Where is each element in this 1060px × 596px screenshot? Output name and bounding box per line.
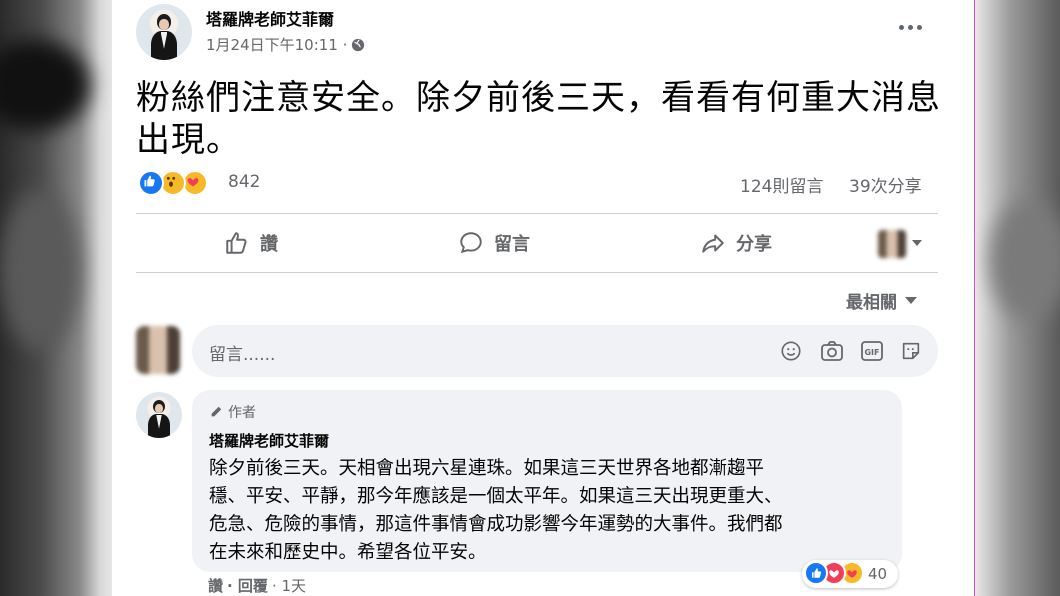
author-avatar[interactable] — [136, 4, 192, 60]
author-badge: 作者 — [209, 402, 256, 422]
caret-down-icon — [912, 240, 922, 246]
comment-input[interactable]: 留言...... GIF — [192, 325, 938, 377]
caret-down-icon — [905, 296, 917, 304]
comment-icon — [460, 232, 482, 254]
gif-icon[interactable]: GIF — [860, 340, 884, 362]
comment-input-placeholder: 留言...... — [209, 345, 276, 365]
post-as-selector[interactable] — [878, 230, 926, 258]
post-text-line1: 粉絲們注意安全。除夕前後三天，看看有何重大消息 — [136, 78, 941, 118]
sticker-icon[interactable] — [900, 340, 922, 362]
sort-dropdown[interactable]: 最相關 — [846, 288, 917, 313]
comment-text-line: 除夕前後三天。天相會出現六星連珠。如果這三天世界各地都漸趨平 — [209, 458, 765, 479]
post-timestamp-text: 1月24日下午10:11 · — [206, 36, 348, 54]
like-button[interactable]: 讚 — [224, 230, 278, 256]
pencil-icon — [211, 406, 222, 417]
comment-reaction-count: 40 — [868, 565, 888, 583]
comment-author-avatar[interactable] — [136, 392, 182, 438]
share-icon — [702, 234, 724, 253]
like-reaction-icon — [804, 561, 828, 585]
comment-author-name[interactable]: 塔羅牌老師艾菲爾 — [209, 430, 329, 451]
background-blur — [990, 200, 1060, 320]
divider — [136, 272, 938, 273]
share-button[interactable]: 分享 — [700, 230, 772, 256]
comment-actions: 讚 · 回覆 · 1天 — [208, 575, 306, 596]
shares-count[interactable]: 39次分享 — [849, 172, 922, 197]
like-reaction-icon[interactable] — [138, 170, 164, 196]
background-blur — [0, 40, 90, 130]
comment-age[interactable]: · 1天 — [272, 575, 306, 596]
post-timestamp[interactable]: 1月24日下午10:11 · — [206, 34, 365, 55]
post-text-line2: 出現。 — [136, 120, 241, 160]
comment-text-line: 穩、平安、平靜，那今年應該是一個太平年。如果這三天出現更重大、 — [209, 486, 783, 507]
emoji-icon[interactable] — [780, 340, 802, 362]
comment-text-line: 在未來和歷史中。希望各位平安。 — [209, 542, 487, 563]
post-card: 塔羅牌老師艾菲爾 1月24日下午10:11 · 粉絲們注意安全。除夕前後三天，看… — [112, 0, 974, 596]
comment-bubble: 作者 塔羅牌老師艾菲爾 除夕前後三天。天相會出現六星連珠。如果這三天世界各地都漸… — [192, 390, 902, 572]
divider — [136, 213, 938, 214]
svg-text:GIF: GIF — [864, 348, 879, 357]
comment-button[interactable]: 留言 — [458, 230, 530, 256]
reaction-count[interactable]: 842 — [228, 172, 260, 192]
comment-reactions-badge[interactable]: 40 — [802, 560, 898, 588]
comment-button-label: 留言 — [494, 234, 530, 255]
thumbs-up-icon — [226, 232, 247, 254]
comment-reply-link[interactable]: · 回覆 — [227, 575, 268, 596]
camera-icon[interactable] — [820, 340, 844, 362]
background-blur — [0, 190, 80, 350]
like-button-label: 讚 — [260, 234, 278, 255]
share-button-label: 分享 — [736, 234, 772, 255]
page-avatar-thumb — [878, 230, 906, 258]
comment-like-link[interactable]: 讚 — [208, 575, 223, 596]
sort-label: 最相關 — [846, 293, 897, 313]
globe-icon — [352, 38, 365, 51]
author-badge-label: 作者 — [228, 405, 256, 421]
viewer-avatar[interactable] — [136, 326, 180, 374]
post-author-name[interactable]: 塔羅牌老師艾菲爾 — [206, 6, 334, 30]
comment-text-line: 危急、危險的事情，那這件事情會成功影響今年運勢的大事件。我們都 — [209, 514, 783, 535]
more-options-icon[interactable] — [899, 25, 922, 30]
comments-count[interactable]: 124則留言 — [740, 172, 823, 197]
